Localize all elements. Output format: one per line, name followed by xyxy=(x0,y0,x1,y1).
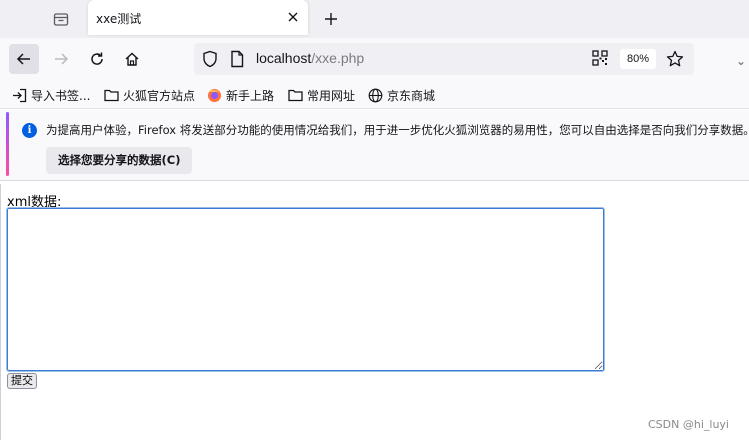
overflow-menu-icon[interactable]: ⌄ xyxy=(736,54,746,68)
new-tab-button[interactable] xyxy=(318,6,344,32)
qr-code-icon[interactable] xyxy=(592,50,608,70)
reload-button[interactable] xyxy=(82,44,112,74)
bookmark-label: 京东商城 xyxy=(387,88,436,103)
folder-icon xyxy=(104,88,119,102)
bookmark-common-sites[interactable]: 常用网址 xyxy=(288,85,355,105)
zoom-level-button[interactable]: 80% xyxy=(620,49,657,69)
tab-title: xxe测试 xyxy=(96,12,142,26)
url-bar[interactable]: localhost/xxe.php 80% xyxy=(194,43,694,75)
xml-input[interactable] xyxy=(6,207,605,372)
bookmark-label: 火狐官方站点 xyxy=(123,88,196,103)
bookmark-firefox-official[interactable]: 火狐官方站点 xyxy=(104,85,195,105)
reload-icon xyxy=(91,52,103,65)
tab-strip: xxe测试 xyxy=(0,0,749,38)
bookmark-jd[interactable]: 京东商城 xyxy=(368,85,435,105)
bookmark-label: 常用网址 xyxy=(307,88,356,103)
bookmark-label: 导入书签... xyxy=(31,88,91,103)
arrow-right-icon xyxy=(55,53,69,65)
bookmark-star-icon[interactable] xyxy=(666,50,684,72)
bookmarks-bar: 导入书签... 火狐官方站点 新手上路 常用网址 京东商城 xyxy=(0,81,749,109)
folder-icon xyxy=(288,88,303,102)
tab-overview-button[interactable] xyxy=(46,4,76,34)
csdn-watermark: CSDN @hi_luyi xyxy=(648,418,729,431)
home-button[interactable] xyxy=(117,44,147,74)
page-icon[interactable] xyxy=(230,50,244,72)
back-button[interactable] xyxy=(9,44,39,74)
forward-button[interactable] xyxy=(46,44,76,74)
notification-accent xyxy=(6,112,9,176)
shield-icon[interactable] xyxy=(202,50,218,72)
info-icon: i xyxy=(22,123,37,138)
page-left-border xyxy=(0,184,1,440)
arrow-left-icon xyxy=(16,53,30,65)
url-path: /xxe.php xyxy=(311,50,365,66)
data-sharing-notification: i 为提高用户体验，Firefox 将发送部分功能的使用情况给我们，用于进一步优… xyxy=(0,110,749,181)
bookmark-getting-started[interactable]: 新手上路 xyxy=(207,85,274,105)
tab-close-button[interactable] xyxy=(284,8,302,26)
firefox-icon xyxy=(207,88,222,103)
choose-data-button[interactable]: 选择您要分享的数据(C) xyxy=(46,147,193,174)
navigation-bar: localhost/xxe.php 80% ⌄ xyxy=(0,38,749,81)
active-tab[interactable]: xxe测试 xyxy=(88,0,308,35)
globe-icon xyxy=(368,88,383,103)
home-icon xyxy=(125,52,139,66)
bookmark-label: 新手上路 xyxy=(226,88,275,103)
plus-icon xyxy=(325,13,337,25)
close-icon xyxy=(288,12,298,22)
notification-text: 为提高用户体验，Firefox 将发送部分功能的使用情况给我们，用于进一步优化火… xyxy=(46,123,749,137)
tab-list-icon xyxy=(53,13,69,26)
bookmark-import[interactable]: 导入书签... xyxy=(12,85,90,105)
import-icon xyxy=(12,88,27,103)
submit-button[interactable]: 提交 xyxy=(7,373,37,389)
url-text[interactable]: localhost/xxe.php xyxy=(256,50,364,66)
url-host: localhost xyxy=(256,50,312,66)
